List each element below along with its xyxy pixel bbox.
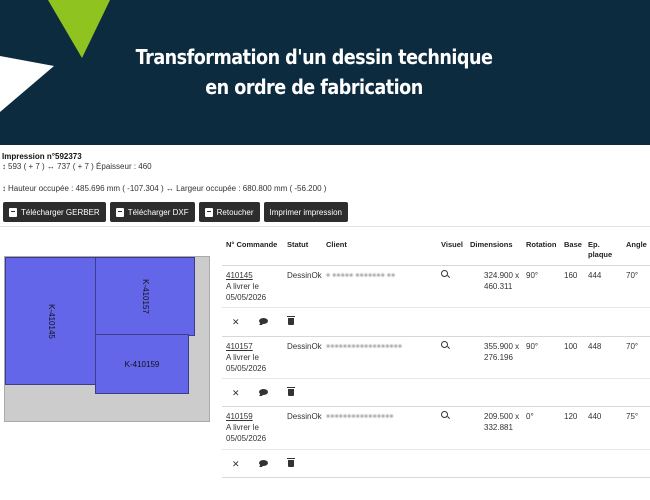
trash-icon[interactable] (287, 458, 295, 467)
retouch-label: Retoucher (216, 207, 254, 217)
ep-cell: 444 (588, 271, 602, 280)
height-arrows-icon: ↕ (2, 184, 6, 193)
statut-cell: DessinOk (287, 342, 322, 351)
delete-order-icon[interactable]: ✕ (232, 317, 240, 327)
angle-cell: 70° (626, 342, 639, 351)
banner-title-line1: Transformation d'un dessin technique (135, 45, 493, 69)
zoom-icon[interactable] (441, 341, 448, 348)
comment-icon[interactable] (259, 389, 268, 395)
commande-cell: 410159 A livrer le 05/05/2026 (226, 411, 266, 444)
dimension-height: 460.311 (484, 282, 513, 291)
header-rotation: Rotation (526, 240, 557, 249)
dimension-width: 324.900 x (484, 271, 520, 280)
base-cell: 120 (564, 412, 578, 421)
impression-info: Impression n°592373 ↕ 593 ( + 7 ) ↔ 737 (… (2, 152, 326, 193)
delivery-label: A livrer le (226, 353, 259, 362)
rotation-cell: 0° (526, 412, 534, 421)
ep-cell: 440 (588, 412, 602, 421)
header-dimensions: Dimensions (470, 240, 513, 249)
angle-cell: 70° (626, 271, 639, 280)
ep-cell: 448 (588, 342, 602, 351)
zoom-icon[interactable] (441, 411, 448, 418)
dimensions-cell: 324.900 x 460.311 (484, 270, 519, 292)
impression-title: Impression n°592373 (2, 152, 82, 161)
header-commande: N° Commande (226, 240, 278, 249)
commande-cell: 410145 A livrer le 05/05/2026 (226, 270, 266, 303)
delivery-label: A livrer le (226, 282, 259, 291)
client-cell: ● ●●●●● ●●●●●●● ●● (326, 272, 396, 279)
row-separator (222, 406, 650, 407)
dimension-width: 355.900 x (484, 342, 520, 351)
edit-icon (204, 207, 213, 217)
header-ep-plaque: Ep. plaque (588, 240, 613, 259)
delivery-date: 05/05/2026 (226, 293, 267, 302)
commande-link[interactable]: 410145 (226, 271, 253, 280)
delete-order-icon[interactable]: ✕ (232, 459, 240, 469)
dimension-height: 332.881 (484, 423, 513, 432)
toolbar: Télécharger GERBER Télécharger DXF Retou… (3, 202, 349, 222)
trash-icon[interactable] (287, 316, 295, 325)
piece-k410159[interactable]: K-410159 (95, 334, 189, 394)
download-gerber-label: Télécharger GERBER (21, 207, 100, 217)
client-cell: ●●●●●●●●●●●●●●●● (326, 413, 394, 420)
height-arrows-icon: ↕ (2, 162, 6, 171)
piece-k410145[interactable]: K-410145 (5, 257, 97, 385)
download-dxf-label: Télécharger DXF (127, 207, 189, 217)
dimension-width: 209.500 x (484, 412, 520, 421)
delivery-date: 05/05/2026 (226, 364, 267, 373)
retouch-button[interactable]: Retoucher (198, 202, 260, 222)
plate-drawing: K-410145 K-410157 K-410159 (4, 256, 210, 422)
impression-sizes-row: ↕ 593 ( + 7 ) ↔ 737 ( + 7 ) Épaisseur : 4… (2, 162, 152, 172)
divider (0, 226, 650, 227)
piece-k410157[interactable]: K-410157 (95, 257, 195, 336)
comment-icon[interactable] (259, 318, 268, 324)
rotation-cell: 90° (526, 271, 539, 280)
statut-cell: DessinOk (287, 271, 322, 280)
rotation-cell: 90° (526, 342, 539, 351)
impression-occupancy: Hauteur occupée : 485.696 mm ( -107.304 … (8, 184, 327, 193)
commande-link[interactable]: 410157 (226, 342, 253, 351)
statut-cell: DessinOk (287, 412, 322, 421)
base-cell: 160 (564, 271, 578, 280)
zoom-icon[interactable] (441, 270, 448, 277)
piece-label: K-410157 (140, 279, 150, 314)
commande-cell: 410157 A livrer le 05/05/2026 (226, 341, 266, 374)
print-impression-label: Imprimer impression (269, 207, 343, 217)
commande-link[interactable]: 410159 (226, 412, 253, 421)
row-separator (222, 477, 650, 478)
delete-order-icon[interactable]: ✕ (232, 388, 240, 398)
print-impression-button[interactable]: Imprimer impression (263, 202, 349, 222)
angle-cell: 75° (626, 412, 639, 421)
dimensions-cell: 355.900 x 276.196 (484, 341, 519, 363)
comment-icon[interactable] (259, 460, 268, 466)
row-actions: ✕ (222, 378, 650, 404)
piece-label: K-410159 (124, 359, 160, 369)
impression-sizes: 593 ( + 7 ) ↔ 737 ( + 7 ) Épaisseur : 46… (8, 162, 152, 171)
header-client: Client (326, 240, 347, 249)
banner-title-line2: en ordre de fabrication (205, 75, 423, 99)
piece-label: K-410145 (46, 303, 56, 339)
delivery-date: 05/05/2026 (226, 434, 267, 443)
header-visuel: Visuel (441, 240, 463, 249)
dimension-height: 276.196 (484, 353, 513, 362)
client-cell: ●●●●●●●●●●●●●●●●●● (326, 343, 403, 350)
impression-occupancy-row: ↕ Hauteur occupée : 485.696 mm ( -107.304… (2, 184, 326, 194)
banner: Transformation d'un dessin technique en … (0, 0, 650, 145)
delivery-label: A livrer le (226, 423, 259, 432)
row-actions: ✕ (222, 449, 650, 475)
row-actions: ✕ (222, 307, 650, 333)
download-gerber-button[interactable]: Télécharger GERBER (3, 202, 106, 222)
base-cell: 100 (564, 342, 578, 351)
download-dxf-button[interactable]: Télécharger DXF (109, 202, 195, 222)
header-base: Base (564, 240, 582, 249)
banner-title: Transformation d'un dessin technique en … (38, 42, 591, 102)
row-separator (222, 336, 650, 337)
trash-icon[interactable] (287, 387, 295, 396)
header-angle: Angle (626, 240, 647, 249)
file-download-icon (9, 207, 17, 217)
dimensions-cell: 209.500 x 332.881 (484, 411, 519, 433)
header-statut: Statut (287, 240, 309, 249)
row-separator (222, 265, 650, 266)
file-download-icon (115, 207, 124, 217)
